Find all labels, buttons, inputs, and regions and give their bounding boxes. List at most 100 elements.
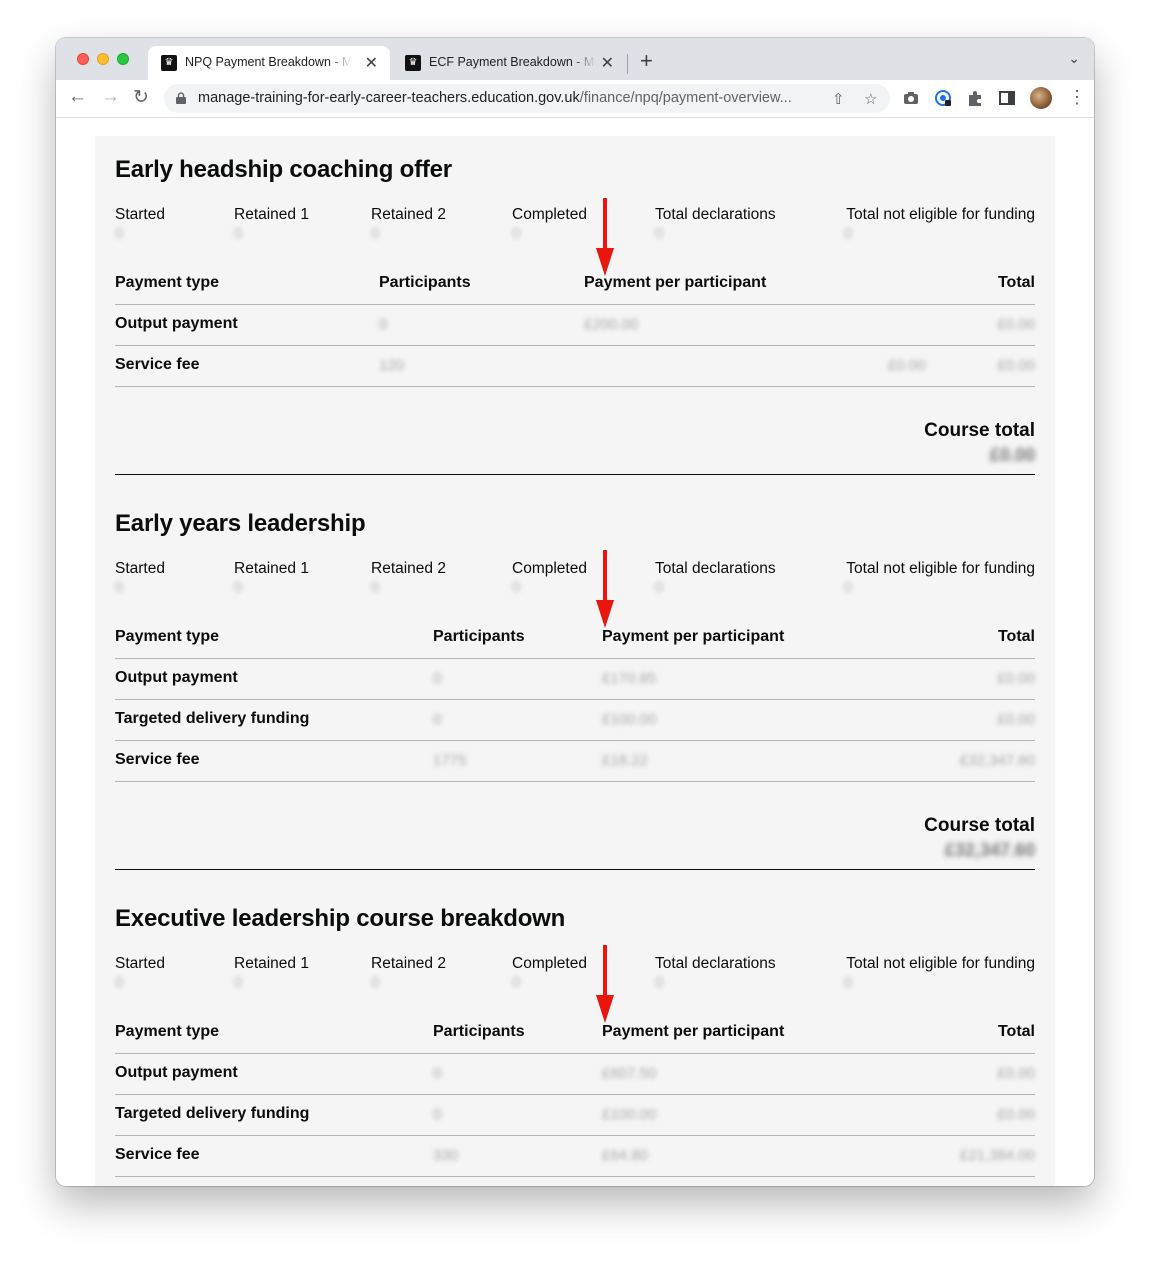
cell-total: £0.00 <box>997 357 1035 374</box>
cell-participants: 0 <box>433 1106 442 1123</box>
stat-value: 0 <box>512 974 521 991</box>
section-divider <box>115 869 1035 870</box>
cell-total: £0.00 <box>997 316 1035 333</box>
tab-npq-payment-breakdown[interactable]: ♛ NPQ Payment Breakdown - Ma ✕ <box>148 46 390 80</box>
section-title: Early headship coaching offer <box>115 156 452 183</box>
cell-fee-amount: £0.00 <box>888 357 926 374</box>
forward-arrow-icon[interactable]: → <box>101 86 120 108</box>
stat-label-not-eligible: Total not eligible for funding <box>846 206 1035 223</box>
stat-value: 0 <box>371 579 380 596</box>
cell-payment-per-participant: £18.22 <box>602 752 648 769</box>
table-divider <box>115 1135 1035 1136</box>
stat-label-retained-2: Retained 2 <box>371 955 446 972</box>
browser-toolbar: ← → ↻ manage-training-for-early-career-t… <box>56 80 1094 118</box>
extension-lens-icon[interactable] <box>934 89 952 107</box>
address-bar[interactable]: manage-training-for-early-career-teacher… <box>164 84 890 113</box>
close-tab-icon[interactable]: ✕ <box>601 53 614 73</box>
stat-label-retained-1: Retained 1 <box>234 955 309 972</box>
table-divider <box>115 699 1035 700</box>
stat-label-retained-2: Retained 2 <box>371 560 446 577</box>
stat-value: 0 <box>512 579 521 596</box>
row-label-service-fee: Service fee <box>115 751 200 768</box>
stat-value: 0 <box>655 225 664 242</box>
cell-participants: 120 <box>379 357 405 374</box>
profile-avatar[interactable] <box>1030 87 1052 109</box>
star-icon[interactable]: ☆ <box>864 90 877 108</box>
url-domain: manage-training-for-early-career-teacher… <box>198 90 580 106</box>
url-path: /finance/npq/payment-overview... <box>579 90 792 106</box>
header-participants: Participants <box>379 274 471 291</box>
cell-participants: 330 <box>433 1147 459 1164</box>
cell-payment-per-participant: £100.00 <box>602 1106 657 1123</box>
reload-icon[interactable]: ↻ <box>133 86 149 109</box>
row-label-service-fee: Service fee <box>115 1146 200 1163</box>
stat-label-not-eligible: Total not eligible for funding <box>846 560 1035 577</box>
course-section: Early headship coaching offer Started Re… <box>115 156 1035 475</box>
browser-window: ♛ NPQ Payment Breakdown - Ma ✕ ♛ ECF Pay… <box>56 38 1094 1186</box>
stat-label-not-eligible: Total not eligible for funding <box>846 955 1035 972</box>
share-icon[interactable]: ⇧ <box>832 90 845 108</box>
header-payment-type: Payment type <box>115 628 220 645</box>
stat-label-started: Started <box>115 206 165 223</box>
cell-participants: 0 <box>379 316 388 333</box>
kebab-menu-icon[interactable]: ⋮ <box>1068 87 1086 108</box>
table-divider <box>115 1053 1035 1054</box>
cell-payment-per-participant: £100.00 <box>602 711 657 728</box>
new-tab-plus-icon[interactable]: + <box>640 48 653 74</box>
cell-total: £21,384.00 <box>959 1147 1035 1164</box>
payment-table: Payment type Participants Payment per pa… <box>115 274 1035 390</box>
tab-search-chevron-icon[interactable]: ⌄ <box>1068 50 1080 67</box>
stat-label-retained-1: Retained 1 <box>234 206 309 223</box>
header-total: Total <box>997 628 1035 645</box>
cell-participants: 0 <box>433 711 442 728</box>
close-window-button[interactable] <box>77 53 89 65</box>
stat-label-retained-2: Retained 2 <box>371 206 446 223</box>
header-payment-per-participant: Payment per participant <box>584 274 767 291</box>
cell-participants: 0 <box>433 670 442 687</box>
tab-divider <box>627 54 628 74</box>
camera-icon[interactable] <box>902 89 920 107</box>
header-payment-type: Payment type <box>115 1023 220 1040</box>
cell-total: £0.00 <box>997 711 1035 728</box>
crown-favicon-icon: ♛ <box>161 55 177 71</box>
annotation-arrow-icon <box>596 550 614 628</box>
header-payment-type: Payment type <box>115 274 220 291</box>
side-panel-icon[interactable] <box>998 89 1016 107</box>
stat-value: 0 <box>844 579 853 596</box>
crown-favicon-icon: ♛ <box>405 55 421 71</box>
table-divider <box>115 345 1035 346</box>
table-divider <box>115 781 1035 782</box>
table-divider <box>115 740 1035 741</box>
minimize-window-button[interactable] <box>97 53 109 65</box>
stat-label-completed: Completed <box>512 560 587 577</box>
close-tab-icon[interactable]: ✕ <box>365 53 378 73</box>
zoom-window-button[interactable] <box>117 53 129 65</box>
header-total: Total <box>997 274 1035 291</box>
course-total-label: Course total <box>924 815 1035 836</box>
stat-value: 0 <box>655 579 664 596</box>
section-divider <box>115 474 1035 475</box>
header-participants: Participants <box>433 1023 525 1040</box>
tab-ecf-payment-breakdown[interactable]: ♛ ECF Payment Breakdown - Ma ✕ <box>392 46 626 80</box>
stat-label-completed: Completed <box>512 206 587 223</box>
stat-value: 0 <box>371 225 380 242</box>
stats-row: Started Retained 1 Retained 2 Completed … <box>115 206 1035 246</box>
header-payment-per-participant: Payment per participant <box>602 628 785 645</box>
row-label-output-payment: Output payment <box>115 669 238 686</box>
course-total-value: £0.00 <box>989 445 1035 465</box>
back-arrow-icon[interactable]: ← <box>68 86 87 108</box>
stat-value: 0 <box>655 974 664 991</box>
row-label-targeted-delivery-funding: Targeted delivery funding <box>115 710 310 727</box>
stat-value: 0 <box>512 225 521 242</box>
cell-payment-per-participant: £200.00 <box>584 316 639 333</box>
annotation-arrow-icon <box>596 945 614 1023</box>
cell-payment-per-participant: £170.85 <box>602 670 657 687</box>
puzzle-icon[interactable] <box>966 89 984 107</box>
table-divider <box>115 1094 1035 1095</box>
cell-participants: 0 <box>433 1065 442 1082</box>
stat-value: 0 <box>844 974 853 991</box>
stats-row: Started Retained 1 Retained 2 Completed … <box>115 560 1035 600</box>
tab-title: NPQ Payment Breakdown - Ma <box>185 55 352 69</box>
url-text[interactable]: manage-training-for-early-career-teacher… <box>198 90 792 106</box>
stat-label-started: Started <box>115 560 165 577</box>
